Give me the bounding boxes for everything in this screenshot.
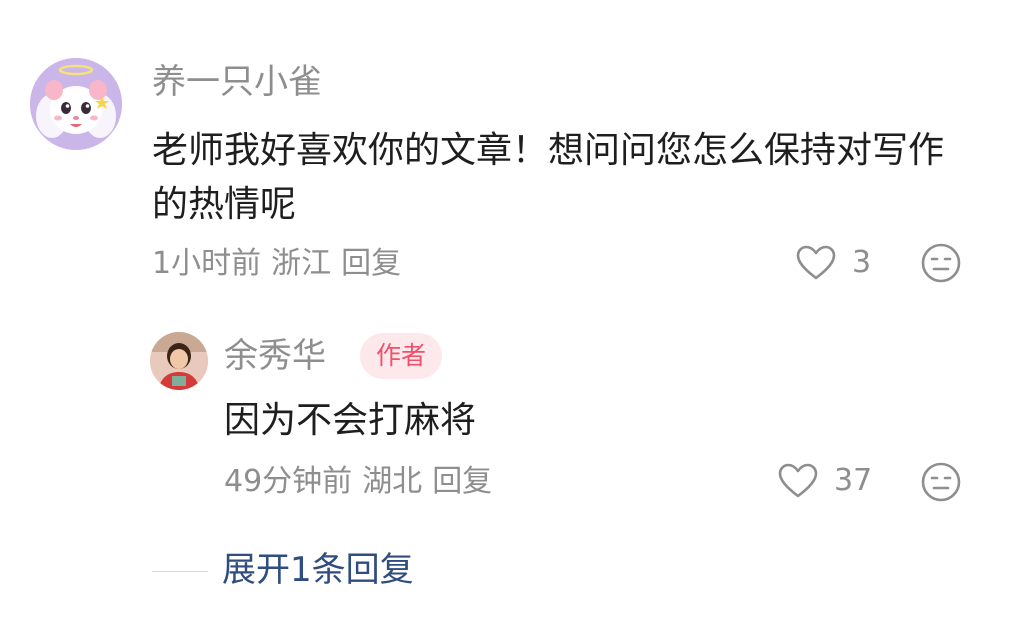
reply-time: 49分钟前 [224,464,353,499]
meh-face-icon [921,462,961,502]
person-portrait-icon [150,332,208,390]
comment-location: 浙江 [271,246,332,281]
meh-face-icon [921,243,961,283]
commenter-username[interactable]: 养一只小雀 [152,60,322,104]
comment-time: 1小时前 [152,246,262,281]
reply-meta: 49分钟前 湖北 回复 [224,462,502,502]
comment-reply-button[interactable]: 回复 [341,246,401,281]
expand-replies-link[interactable]: 展开1条回复 [222,546,414,594]
comment-like-count: 3 [852,245,872,280]
heart-icon [778,463,818,498]
reply-location: 湖北 [362,464,423,499]
heart-icon [796,245,836,280]
expand-divider [152,571,208,572]
reply-reply-button[interactable]: 回复 [432,464,492,499]
author-badge: 作者 [360,333,443,379]
comment-like-button[interactable]: 3 [796,243,871,283]
comment-dislike-button[interactable] [920,242,962,288]
author-username[interactable]: 余秀华 [224,334,326,378]
reply-dislike-button[interactable] [920,461,962,507]
reply-text: 因为不会打麻将 [224,400,477,441]
hamster-avatar-icon [30,58,122,150]
comment-text: 老师我好喜欢你的文章！想问问您怎么保持对写作的热情呢 [152,130,945,225]
author-avatar[interactable] [150,332,208,390]
commenter-avatar[interactable] [30,58,122,150]
reply-like-count: 37 [834,463,873,498]
comment-meta: 1小时前 浙江 回复 [152,244,411,284]
comment-thread: 养一只小雀 老师我好喜欢你的文章！想问问您怎么保持对写作的热情呢 1小时前 浙江回… [0,0,1024,620]
reply-like-button[interactable]: 37 [778,461,872,501]
